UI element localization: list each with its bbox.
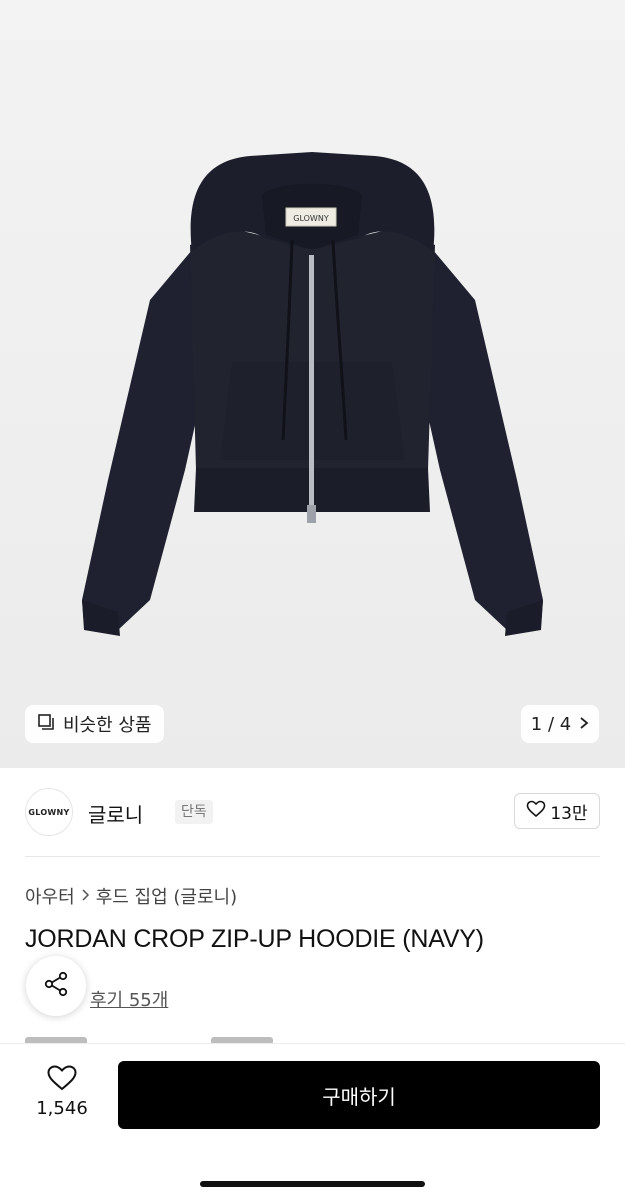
brand-like-count: 13만	[550, 803, 588, 824]
chevron-right-icon	[81, 886, 90, 907]
image-counter-text: 1 / 4	[530, 713, 572, 735]
image-counter[interactable]: 1 / 4	[521, 705, 599, 743]
breadcrumb-category[interactable]: 아우터	[25, 883, 75, 909]
wishlist-button[interactable]: 1,546	[25, 1064, 99, 1119]
product-image-carousel[interactable]: GLOWNY 비슷한 상품 1 / 4	[0, 0, 625, 768]
breadcrumb-subcategory[interactable]: 후드 집업 (글로니)	[96, 883, 237, 909]
wishlist-count: 1,546	[36, 1098, 88, 1119]
brand-like-button[interactable]: 13만	[514, 793, 600, 829]
similar-icon	[37, 713, 55, 736]
divider	[25, 856, 600, 857]
brand-logo[interactable]: GLOWNY	[25, 788, 73, 836]
share-icon	[43, 971, 69, 1001]
similar-products-label: 비슷한 상품	[63, 715, 152, 736]
heart-icon	[46, 1065, 78, 1096]
reviews-link[interactable]: 후기 55개	[90, 986, 168, 1012]
similar-products-button[interactable]: 비슷한 상품	[25, 705, 164, 743]
heart-icon	[526, 800, 546, 823]
product-image-hoodie: GLOWNY	[82, 152, 543, 636]
brand-name[interactable]: 글로니	[88, 799, 143, 828]
share-button[interactable]	[26, 956, 86, 1016]
chevron-right-icon	[579, 714, 589, 735]
home-indicator	[200, 1181, 425, 1187]
bottom-action-bar: 1,546 구매하기	[0, 1043, 625, 1200]
breadcrumb: 아우터 후드 집업 (글로니)	[25, 883, 237, 909]
brand-row: GLOWNY 글로니 단독 13만	[25, 786, 600, 838]
exclusive-badge: 단독	[175, 800, 213, 824]
svg-text:GLOWNY: GLOWNY	[293, 214, 329, 223]
product-title: JORDAN CROP ZIP-UP HOODIE (NAVY)	[25, 925, 484, 953]
buy-button[interactable]: 구매하기	[118, 1061, 600, 1129]
